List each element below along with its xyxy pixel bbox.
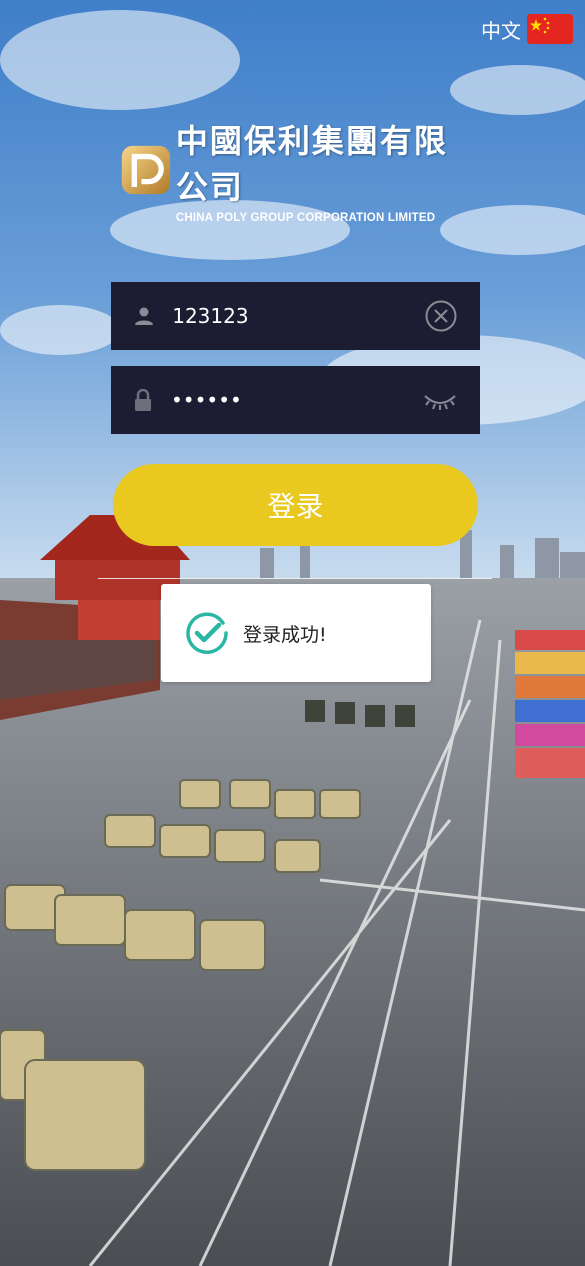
password-input[interactable] [169,387,422,413]
eye-closed-icon[interactable] [422,382,458,418]
user-icon [133,305,154,327]
check-circle-icon [186,612,228,654]
username-input[interactable] [170,303,424,329]
password-field[interactable] [111,366,480,434]
divider [98,578,492,579]
brand-name-cn: 中國保利集團有限公司 [175,122,448,206]
china-flag-icon [527,14,573,44]
lock-icon [133,389,153,411]
clear-icon[interactable] [423,298,458,334]
language-switch[interactable]: 中文 [481,14,573,44]
brand-name-en: CHINA POLY GROUP CORPORATION LIMITED [175,212,436,224]
language-label: 中文 [481,18,521,43]
username-field[interactable] [111,282,480,350]
toast-message: 登录成功! [243,623,327,646]
company-logo: 中國保利集團有限公司 CHINA POLY GROUP CORPORATION … [120,122,480,224]
login-button[interactable]: 登录 [113,464,478,546]
poly-logo-icon [121,145,171,195]
success-toast: 登录成功! [161,584,431,682]
